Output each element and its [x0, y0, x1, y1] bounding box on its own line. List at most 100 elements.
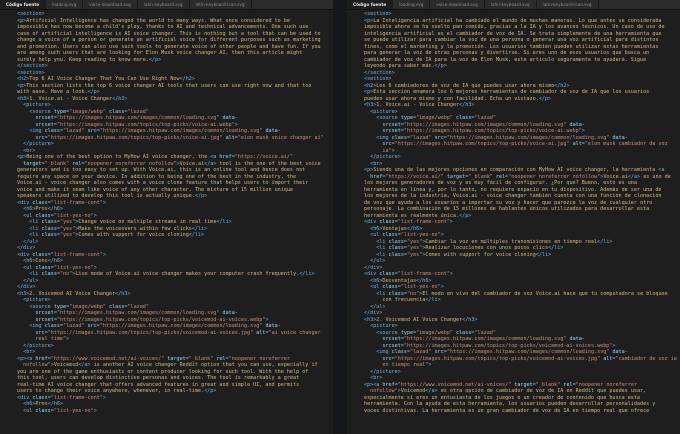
tab-right-3[interactable]: latin-keyboard.svg: [485, 0, 537, 9]
code-token: <div: [17, 251, 33, 258]
code-token: </div>: [17, 284, 36, 290]
editor-pane-right[interactable]: Código fuente loading.svg voice-download.s…: [347, 0, 680, 434]
code-token: </p>: [538, 95, 552, 102]
code-token: </p>: [194, 193, 208, 199]
code-token: <ul: [364, 232, 383, 238]
code-token: los mejores generadores de voz y es muy …: [364, 180, 637, 186]
code-token: "list-frame-cont": [397, 271, 450, 277]
code-token: <source: [364, 115, 401, 121]
code-token: <source: [17, 303, 54, 310]
code-token: "list-yes-no": [400, 232, 441, 238]
code-token: "noopener noreferrer nofollow": [508, 173, 601, 180]
code-view-left[interactable]: <section> <p>Artificial Intelligence has …: [0, 10, 333, 434]
code-token: "list-frame-cont": [50, 251, 103, 258]
code-token: src: [17, 329, 45, 336]
tab-left-4[interactable]: latin-keyboard-icon.svg: [190, 0, 252, 9]
code-token: "list-yes-no": [53, 264, 94, 271]
code-token: <li: [364, 238, 389, 245]
code-token: <h6>: [17, 206, 36, 212]
code-token: class: [41, 225, 57, 232]
code-token: <p>: [17, 17, 27, 24]
code-token: src: [431, 134, 444, 141]
code-token: Siendo una de las mejores opciones en co…: [373, 167, 659, 173]
code-token: </section>: [17, 63, 48, 69]
code-token: target: [17, 160, 42, 167]
code-token: </h3>: [112, 95, 128, 102]
code-token: "image/webp": [69, 303, 106, 310]
code-token: <li: [17, 219, 42, 225]
code-token: data-: [262, 128, 281, 134]
tab-right-2[interactable]: voice-download.svg: [430, 0, 485, 9]
code-token: <li: [364, 290, 389, 297]
code-token: data-: [566, 121, 585, 128]
code-token: Desventajas: [382, 277, 417, 284]
code-token: <li: [17, 232, 42, 238]
code-token: "yes": [406, 245, 423, 251]
code-token: "no": [406, 290, 420, 297]
code-token: "https://images.hitpaw.com/images/common…: [56, 115, 220, 121]
tab-left-3[interactable]: latin-keyboard.svg: [138, 0, 190, 9]
tab-right-0[interactable]: Código fuente: [347, 0, 394, 9]
code-token: <li: [364, 251, 389, 258]
code-token: </h2>: [554, 82, 570, 89]
code-token: herramienta. Con la ayuda de esta herram…: [364, 401, 656, 407]
code-token: "lazad": [410, 134, 432, 141]
code-token: is another AI voice changer Reddit optio…: [90, 362, 318, 368]
code-token: "https://images.hitpaw.com/topics/top-pi…: [403, 342, 613, 349]
code-token: "https://images.hitpaw.com/topics/top-pi…: [47, 134, 223, 141]
code-token: class: [452, 115, 472, 121]
code-view-right[interactable]: <section> <p>La Inteligencia artificial h…: [347, 10, 680, 434]
code-token: </a>: [425, 388, 438, 394]
code-token: <h3>: [17, 290, 30, 297]
tab-left-2[interactable]: voice-download.svg: [83, 0, 138, 9]
code-token: <h6>: [364, 225, 383, 232]
code-token: srcset: [364, 336, 401, 342]
editor-pane-left[interactable]: Código fuente loading.svg voice-download.s…: [0, 0, 333, 434]
code-token: Cons: [35, 258, 48, 264]
code-token: >: [391, 147, 395, 154]
code-token: <h2>: [17, 76, 30, 82]
code-token: <li: [364, 245, 389, 251]
code-token: "noopener noreferrer: [228, 355, 291, 362]
tab-left-0[interactable]: Código fuente: [0, 0, 47, 9]
code-token: "lazad": [127, 303, 149, 310]
code-token: especialmente si eres un entusiasta de l…: [364, 394, 641, 401]
code-token: <h6>: [17, 401, 36, 407]
code-token: Realizar locuciones con unos pocos clics: [425, 245, 549, 251]
tab-right-1[interactable]: loading.svg: [393, 0, 431, 9]
tab-left-1[interactable]: loading.svg: [46, 0, 84, 9]
code-token: data-: [609, 134, 628, 141]
code-token: </section>: [364, 69, 395, 76]
code-token: class: [41, 271, 57, 277]
code-token: <picture>: [17, 297, 51, 303]
code-token: require any space on your device. In add…: [17, 173, 297, 180]
code-token: <p>: [17, 154, 27, 160]
code-token: leyendo para saber más.: [364, 63, 435, 69]
code-token: >: [449, 219, 453, 225]
code-token: </li>: [548, 245, 564, 251]
code-token: href: [35, 355, 48, 362]
code-token: Voicemod: [53, 362, 79, 368]
code-token: </li>: [188, 232, 205, 238]
tab-right-4[interactable]: latin-keyboard-icon.svg: [537, 0, 599, 9]
code-token: </p>: [148, 56, 162, 63]
code-token: alt: [222, 134, 235, 141]
code-token: "https://images.hitpaw.com/topics/top-pi…: [56, 316, 266, 323]
code-token: voice and make it seem like voice of any…: [17, 186, 294, 193]
code-token: herramienta en línea y, por lo tanto, no…: [364, 186, 662, 193]
code-token: target: [443, 173, 466, 180]
code-token: Make the voiceovers within few clicks: [78, 225, 192, 232]
code-token: >: [66, 336, 70, 342]
code-token: "list-yes-no": [53, 407, 94, 414]
line-number: [347, 408, 364, 415]
code-token: Pros: [35, 401, 48, 407]
code-token: >: [581, 128, 585, 134]
code-token: <p>: [17, 82, 27, 89]
code-token: "cambiador de voz ia: [615, 355, 677, 362]
code-token: </picture>: [364, 368, 401, 375]
code-token: class: [32, 199, 48, 206]
code-token: srcset: [17, 115, 54, 121]
code-token: class: [382, 284, 398, 290]
code-token: <img: [17, 323, 45, 329]
tab-bar-right: Código fuente loading.svg voice-download.s…: [347, 0, 680, 10]
